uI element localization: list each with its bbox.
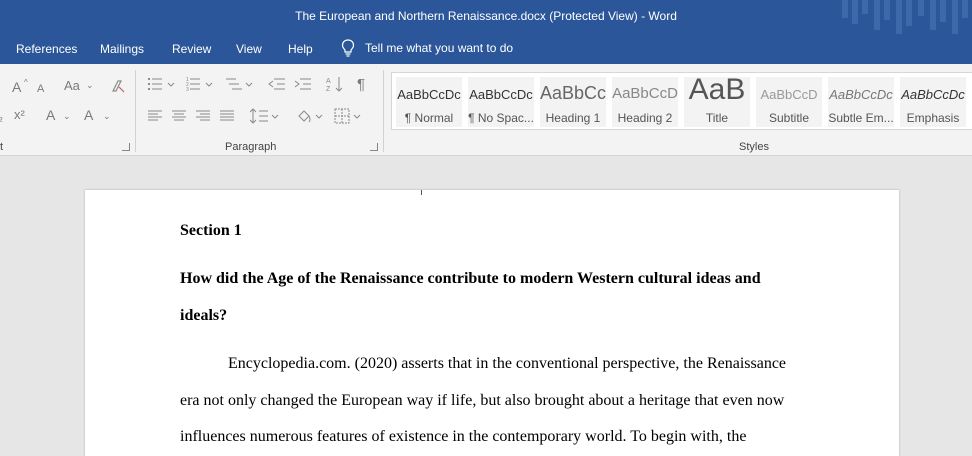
question-line: How did the Age of the Renaissance contr… [180,270,761,287]
ribbon: A ^ A Aa ⌄ ₂ x² A ⌄ A ⌄ t 1 2 3 A Z ¶ Pa… [0,64,972,156]
style-name: Heading 1 [545,111,601,125]
styles-group-label: Styles [739,141,769,153]
font-group-label: t [0,141,4,153]
document-page[interactable]: Section 1 How did the Age of the Renaiss… [85,190,899,456]
tell-me-label: Tell me what you want to do [365,41,514,55]
increase-indent-icon[interactable] [294,76,312,92]
sort-icon[interactable]: A Z [326,75,344,93]
multilevel-list-icon[interactable] [224,76,256,92]
subscript-icon[interactable]: ₂ [0,110,3,124]
font-dialog-launcher[interactable] [122,143,130,151]
align-center-icon[interactable] [172,110,186,122]
justify-icon[interactable] [220,110,234,122]
style-sample: AaBbCcD [612,85,678,102]
text-cursor [421,190,422,195]
svg-text:3: 3 [186,87,189,92]
align-left-icon[interactable] [148,110,162,122]
line-spacing-icon[interactable] [250,108,280,124]
style-name: Emphasis [906,111,960,125]
style-sample: AaBbCcDc [901,87,965,102]
style-sample: AaBbCcDc [469,87,533,102]
style-name: Heading 2 [617,111,673,125]
paragraph-group-label: Paragraph [225,141,277,153]
svg-text:A: A [326,78,331,85]
clear-formatting-icon[interactable] [110,78,126,94]
svg-text:Z: Z [326,86,331,93]
group-separator [383,70,384,152]
style-sample: AaBbCc [540,83,606,103]
document-area: Section 1 How did the Age of the Renaiss… [0,156,972,456]
tab-view[interactable]: View [236,42,262,56]
shrink-font-icon[interactable]: A [37,82,44,96]
style-name: Subtitle [768,111,810,125]
tab-review[interactable]: Review [172,42,211,56]
tab-references[interactable]: References [16,42,77,56]
style-no-spacing[interactable]: AaBbCcDc ¶ No Spac... [468,77,534,127]
style-emphasis[interactable]: AaBbCcDc Emphasis [900,77,966,127]
numbering-icon[interactable]: 1 2 3 [186,76,216,92]
borders-icon[interactable] [334,108,364,124]
superscript-icon[interactable]: x² [14,108,25,122]
style-name: ¶ No Spac... [468,111,534,125]
style-title[interactable]: AaB Title [684,77,750,127]
style-name: Subtle Em... [828,111,894,125]
style-sample: AaBbCcD [760,87,818,102]
styles-gallery: AaBbCcDc ¶ Normal AaBbCcDc ¶ No Spac... … [391,72,972,130]
grow-font-icon[interactable]: A [12,80,21,94]
style-name: ¶ Normal [404,111,454,125]
style-normal[interactable]: AaBbCcDc ¶ Normal [396,77,462,127]
word-window: The European and Northern Renaissance.do… [0,0,972,456]
tab-help[interactable]: Help [288,42,313,56]
section-heading: Section 1 [180,222,242,239]
pilcrow-icon[interactable]: ¶ [357,77,365,92]
tab-mailings[interactable]: Mailings [100,42,144,56]
style-subtle-emphasis[interactable]: AaBbCcDc Subtle Em... [828,77,894,127]
bullets-icon[interactable] [148,76,178,92]
shading-icon[interactable] [296,108,326,124]
style-heading-1[interactable]: AaBbCc Heading 1 [540,77,606,127]
title-bar: The European and Northern Renaissance.do… [0,0,972,34]
question-line: ideals? [180,307,228,324]
group-separator [135,70,136,152]
change-case-icon[interactable]: Aa [64,79,80,93]
chevron-down-icon: ⌄ [86,80,94,90]
style-heading-2[interactable]: AaBbCcD Heading 2 [612,77,678,127]
paragraph-dialog-launcher[interactable] [370,143,378,151]
window-title: The European and Northern Renaissance.do… [295,9,677,23]
decrease-indent-icon[interactable] [268,76,286,92]
font-color-icon[interactable]: A [84,108,93,122]
style-sample: AaBbCcDc [829,87,893,102]
style-subtitle[interactable]: AaBbCcD Subtitle [756,77,822,127]
body-line: era not only changed the European way if… [180,392,785,409]
style-sample: AaB [688,77,746,106]
body-line: Encyclopedia.com. (2020) asserts that in… [228,355,787,372]
style-name: Title [705,111,729,125]
title-bar-decoration [842,0,968,34]
ribbon-tab-bar: References Mailings Review View Help Tel… [0,34,972,64]
align-right-icon[interactable] [196,110,210,122]
text-effects-icon[interactable]: A [46,108,55,122]
body-line: influences numerous features of existenc… [180,428,747,445]
style-sample: AaBbCcDc [397,87,461,102]
lightbulb-icon [341,39,355,57]
tell-me-search[interactable]: Tell me what you want to do [341,39,513,57]
